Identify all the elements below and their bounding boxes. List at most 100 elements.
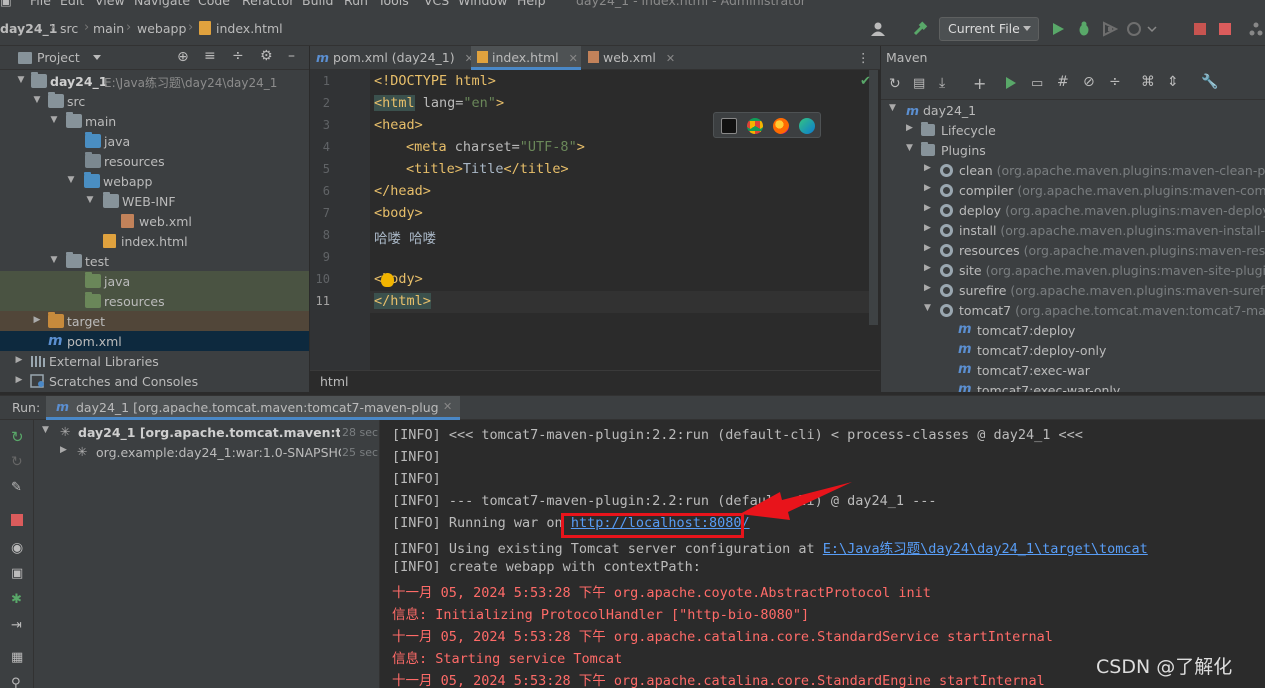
menu-code[interactable]: Code	[198, 0, 230, 8]
menu-navigate[interactable]: Navigate	[134, 0, 190, 8]
tree-item-pom-xml[interactable]: m pom.xml	[0, 331, 309, 351]
stop-icon[interactable]	[1215, 19, 1235, 39]
rerun-icon[interactable]: ↻	[11, 428, 27, 446]
tree-item-day24_1[interactable]: ▼ day24_1 E:\Java练习题\day24\day24_1	[0, 71, 309, 91]
maven-goal-deploy-only[interactable]: m tomcat7:deploy-only	[881, 340, 1265, 360]
expand-icon[interactable]: ⇕	[1167, 74, 1179, 90]
locate-icon[interactable]: ⊕	[177, 49, 189, 65]
chevron-down-icon[interactable]	[93, 55, 101, 60]
tab-index-html[interactable]: index.html ✕	[471, 46, 581, 70]
build-hammer-icon[interactable]	[910, 19, 930, 39]
collapse-icon[interactable]: ÷	[1109, 74, 1121, 90]
user-icon[interactable]	[868, 19, 888, 39]
tab-web-xml[interactable]: web.xml ✕	[582, 46, 675, 70]
maven-goal-deploy[interactable]: m tomcat7:deploy	[881, 320, 1265, 340]
tree-item-src[interactable]: ▼ src	[0, 91, 309, 111]
tree-item-scratches[interactable]: ▶ Scratches and Consoles	[0, 371, 309, 391]
run-icon[interactable]	[1048, 19, 1068, 39]
run-tab[interactable]: m day24_1 [org.apache.tomcat.maven:tomca…	[46, 396, 460, 420]
reload-icon[interactable]: ↻	[889, 76, 901, 92]
wrench-icon[interactable]: ✎	[11, 480, 27, 496]
stop-icon[interactable]	[1190, 19, 1210, 39]
menu-build[interactable]: Build	[302, 0, 333, 8]
tree-item-webapp[interactable]: ▼ webapp	[0, 171, 309, 191]
tree-item-external-libraries[interactable]: ▶ External Libraries	[0, 351, 309, 371]
run-tree-item[interactable]: ▼ ✳ day24_1 [org.apache.tomcat.maven:tom…	[34, 422, 380, 442]
intellij-browser-icon[interactable]	[721, 118, 737, 134]
close-icon[interactable]: ✕	[666, 52, 675, 65]
chrome-icon[interactable]	[747, 118, 763, 134]
gear-icon[interactable]: ⚙	[260, 48, 273, 64]
camera-icon[interactable]: ▣	[11, 566, 27, 582]
maven-item-root[interactable]: ▼ m day24_1	[881, 100, 1265, 120]
menu-window[interactable]: Window	[458, 0, 507, 8]
menu-tools[interactable]: Tools	[378, 0, 409, 8]
maven-plugin-resources[interactable]: ▶ resources (org.apache.maven.plugins:ma…	[881, 240, 1265, 260]
menu-run[interactable]: Run	[344, 0, 368, 8]
menu-edit[interactable]: Edit	[60, 0, 84, 8]
run-tree-item[interactable]: ▶ ✳ org.example:day24_1:war:1.0-SNAPSHOT…	[34, 442, 380, 462]
editor-breadcrumb[interactable]: html	[320, 374, 348, 389]
chevron-down-icon[interactable]	[1142, 19, 1162, 39]
project-panel-title[interactable]: Project	[37, 50, 80, 65]
menu-vcs[interactable]: VCS	[424, 0, 449, 8]
close-icon[interactable]: ✕	[569, 52, 578, 65]
download-icon[interactable]: ⤓	[939, 75, 945, 91]
tomcat-config-path-link[interactable]: E:\Java练习题\day24\day24_1\target\tomcat	[823, 541, 1148, 557]
add-icon[interactable]: +	[973, 74, 986, 93]
tree-item-test-resources[interactable]: resources	[0, 291, 309, 311]
minimize-icon[interactable]: –	[288, 48, 295, 64]
maven-goal-exec-war-only[interactable]: m tomcat7:exec-war-only	[881, 380, 1265, 393]
layout-icon[interactable]: ▦	[11, 650, 27, 666]
edge-icon[interactable]	[799, 118, 815, 134]
breadcrumb-project[interactable]: day24_1	[0, 21, 58, 36]
more-vertical-icon[interactable]: ⋮	[857, 50, 870, 65]
menu-refactor[interactable]: Refactor	[242, 0, 294, 8]
expand-all-icon[interactable]: ≡	[204, 48, 216, 64]
tree-item-web-xml[interactable]: web.xml	[0, 211, 309, 231]
breadcrumb-main[interactable]: main	[93, 21, 124, 36]
rerun-failed-icon[interactable]: ↻	[11, 454, 27, 470]
show-dependencies-icon[interactable]: ⌘	[1141, 74, 1155, 90]
breadcrumb-src[interactable]: src	[60, 21, 78, 36]
menu-help[interactable]: Help	[517, 0, 546, 8]
maven-plugin-install[interactable]: ▶ install (org.apache.maven.plugins:mave…	[881, 220, 1265, 240]
stop-icon[interactable]	[11, 514, 27, 530]
exit-icon[interactable]: ⇥	[11, 618, 27, 634]
collapse-all-icon[interactable]: ÷	[232, 48, 244, 64]
tree-item-java[interactable]: java	[0, 131, 309, 151]
maven-plugin-compiler[interactable]: ▶ compiler (org.apache.maven.plugins:mav…	[881, 180, 1265, 200]
maven-plugin-deploy[interactable]: ▶ deploy (org.apache.maven.plugins:maven…	[881, 200, 1265, 220]
profiler-icon[interactable]	[1124, 19, 1144, 39]
run-configuration-select[interactable]: Current File	[939, 17, 1039, 41]
tree-item-target[interactable]: ▶ target	[0, 311, 309, 331]
tab-pom-xml[interactable]: m pom.xml (day24_1) ✕	[310, 46, 474, 70]
tree-item-test[interactable]: ▼ test	[0, 251, 309, 271]
maven-item-plugins[interactable]: ▼ Plugins	[881, 140, 1265, 160]
tree-item-test-java[interactable]: java	[0, 271, 309, 291]
maven-plugin-clean[interactable]: ▶ clean (org.apache.maven.plugins:maven-…	[881, 160, 1265, 180]
maven-goal-exec-war[interactable]: m tomcat7:exec-war	[881, 360, 1265, 380]
run-configuration-icon[interactable]: ▭	[1031, 76, 1043, 91]
tree-item-index-html[interactable]: index.html	[0, 231, 309, 251]
debugger-icon[interactable]: ✱	[11, 592, 27, 608]
maven-plugin-surefire[interactable]: ▶ surefire (org.apache.maven.plugins:mav…	[881, 280, 1265, 300]
maven-item-lifecycle[interactable]: ▶ Lifecycle	[881, 120, 1265, 140]
tree-item-main[interactable]: ▼ main	[0, 111, 309, 131]
maven-plugin-site[interactable]: ▶ site (org.apache.maven.plugins:maven-s…	[881, 260, 1265, 280]
generate-sources-icon[interactable]: ▤	[913, 76, 925, 91]
debug-icon[interactable]	[1074, 19, 1094, 39]
toggle-offline-icon[interactable]: #	[1057, 74, 1069, 90]
wrench-icon[interactable]: 🔧	[1201, 74, 1218, 90]
tree-item-web-inf[interactable]: ▼ WEB-INF	[0, 191, 309, 211]
coverage-icon[interactable]	[1100, 19, 1120, 39]
firefox-icon[interactable]	[773, 118, 789, 134]
editor-scrollbar[interactable]	[869, 70, 878, 325]
lightbulb-icon[interactable]	[381, 273, 394, 287]
breadcrumb-file[interactable]: index.html	[216, 21, 283, 36]
run-icon[interactable]	[1005, 76, 1017, 93]
breadcrumb-webapp[interactable]: webapp	[137, 21, 186, 36]
pin-icon[interactable]: ⚲	[11, 676, 27, 688]
menu-file[interactable]: File	[30, 0, 51, 8]
inspection-ok-icon[interactable]: ✔	[860, 74, 871, 89]
